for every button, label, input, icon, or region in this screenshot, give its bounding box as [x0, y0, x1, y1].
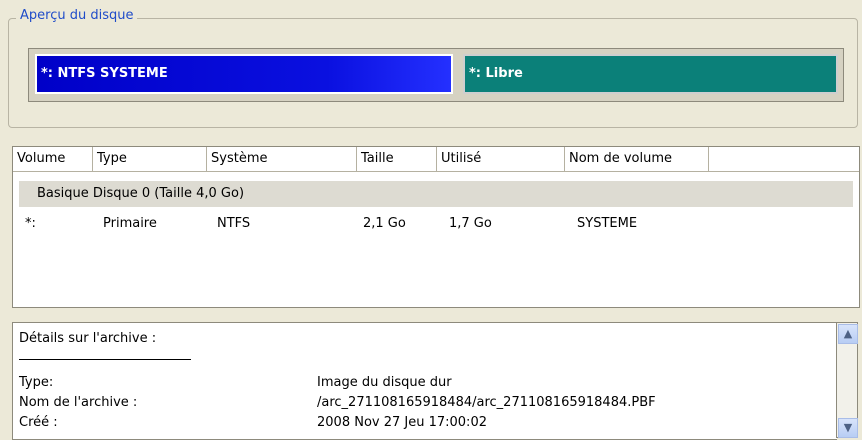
details-scrollbar[interactable]: ▲ ▼	[836, 322, 858, 438]
scroll-down-button[interactable]: ▼	[838, 418, 858, 438]
column-header-used[interactable]: Utilisé	[437, 147, 565, 171]
partition-free[interactable]: *: Libre	[463, 54, 838, 94]
cell-type: Primaire	[103, 216, 157, 231]
detail-value-created: 2008 Nov 27 Jeu 17:00:02	[317, 415, 487, 430]
detail-value-archive-name: /arc_271108165918484/arc_271108165918484…	[317, 395, 656, 410]
archive-details-panel: Détails sur l'archive : Type: Image du d…	[12, 322, 837, 440]
detail-value-type: Image du disque dur	[317, 375, 452, 390]
cell-volume: *:	[25, 216, 36, 231]
detail-label-type: Type:	[19, 375, 54, 390]
cell-used: 1,7 Go	[449, 216, 492, 231]
column-header-size[interactable]: Taille	[357, 147, 437, 171]
archive-details-title: Détails sur l'archive :	[19, 331, 157, 346]
cell-volume-name: SYSTEME	[577, 216, 638, 231]
partition-label: *: NTFS SYSTEME	[41, 66, 168, 81]
chevron-down-icon: ▼	[843, 421, 853, 434]
partition-label: *: Libre	[469, 66, 523, 81]
details-separator	[19, 359, 191, 360]
column-header-volume[interactable]: Volume	[13, 147, 93, 171]
cell-size: 2,1 Go	[363, 216, 406, 231]
column-header-system[interactable]: Système	[207, 147, 357, 171]
detail-label-archive-name: Nom de l'archive :	[19, 395, 138, 410]
disk-group-row[interactable]: Basique Disque 0 (Taille 4,0 Go)	[19, 181, 853, 207]
table-header: Volume Type Système Taille Utilisé Nom d…	[13, 147, 859, 172]
disk-overview-title: Aperçu du disque	[16, 8, 138, 23]
partition-ntfs-systeme[interactable]: *: NTFS SYSTEME	[35, 54, 453, 94]
chevron-up-icon: ▲	[843, 327, 853, 340]
detail-label-created: Créé :	[19, 415, 58, 430]
disk-map: *: NTFS SYSTEME *: Libre	[28, 48, 844, 102]
volume-table: Volume Type Système Taille Utilisé Nom d…	[12, 146, 860, 308]
cell-system: NTFS	[217, 216, 251, 231]
table-row[interactable]: *: Primaire NTFS 2,1 Go 1,7 Go SYSTEME	[19, 213, 853, 235]
column-header-type[interactable]: Type	[93, 147, 207, 171]
scroll-up-button[interactable]: ▲	[838, 324, 858, 344]
column-header-volume-name[interactable]: Nom de volume	[565, 147, 709, 171]
